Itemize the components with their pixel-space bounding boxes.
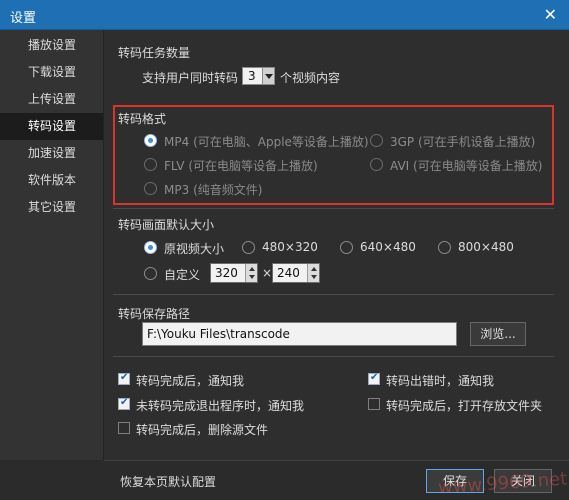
- sidebar-item-version[interactable]: 软件版本: [0, 167, 103, 194]
- format-radio-3gp[interactable]: [370, 134, 383, 147]
- format-mp3-note: (纯音频文件): [193, 183, 263, 197]
- settings-content: 转码任务数量 支持用户同时转码 3 个视频内容 转码格式 MP4 (可在电脑、A…: [104, 30, 569, 460]
- close-button[interactable]: 关闭: [494, 469, 552, 493]
- resolution-800x480-label: 800×480: [458, 240, 514, 254]
- format-flv-name: FLV: [164, 159, 185, 173]
- resolution-radio-custom[interactable]: [144, 267, 157, 280]
- restore-defaults-link[interactable]: 恢复本页默认配置: [120, 473, 216, 490]
- times-sign: ×: [262, 266, 273, 280]
- format-avi-name: AVI: [390, 159, 410, 173]
- resolution-original-label: 原视频大小: [164, 242, 225, 256]
- divider: [113, 356, 554, 357]
- divider: [113, 208, 554, 209]
- format-radio-avi[interactable]: [370, 158, 383, 171]
- resolution-radio-800x480[interactable]: [438, 241, 451, 254]
- resolution-radio-480x320[interactable]: [242, 241, 255, 254]
- format-radio-flv[interactable]: [144, 158, 157, 171]
- task-count-suffix: 个视频内容: [280, 71, 341, 85]
- custom-width-stepper[interactable]: 320: [210, 263, 258, 283]
- sidebar-item-acceleration[interactable]: 加速设置: [0, 140, 103, 167]
- resolution-custom-label: 自定义: [164, 268, 201, 282]
- resolution-640x480-label: 640×480: [360, 240, 416, 254]
- sidebar-item-playback[interactable]: 播放设置: [0, 32, 103, 59]
- custom-height-stepper[interactable]: 240: [272, 263, 320, 283]
- settings-sidebar: 播放设置 下载设置 上传设置 转码设置 加速设置 软件版本 其它设置: [0, 30, 104, 460]
- checkbox-notify-error[interactable]: [368, 372, 380, 385]
- resolution-heading: 转码画面默认大小: [118, 218, 215, 232]
- format-3gp-name: 3GP: [390, 135, 415, 149]
- format-heading: 转码格式: [118, 112, 167, 126]
- checkbox-open-folder[interactable]: [368, 398, 380, 410]
- format-3gp-note: (可在手机设备上播放): [418, 135, 536, 149]
- task-count-select[interactable]: 3: [242, 67, 275, 85]
- checkbox-notify-exit[interactable]: [118, 397, 130, 410]
- save-path-value: F:\Youku Files\transcode: [147, 327, 290, 341]
- close-icon[interactable]: ✕: [544, 5, 557, 24]
- sidebar-item-upload[interactable]: 上传设置: [0, 86, 103, 113]
- format-mp3-label: MP3 (纯音频文件): [164, 181, 262, 198]
- format-mp4-note: (可在电脑、Apple等设备上播放): [193, 135, 369, 149]
- checkbox-notify-complete[interactable]: [118, 372, 130, 385]
- resolution-radio-original[interactable]: [144, 241, 157, 254]
- save-button[interactable]: 保存: [426, 469, 484, 493]
- save-path-heading: 转码保存路径: [118, 307, 191, 321]
- resolution-480x320-label: 480×320: [262, 240, 318, 254]
- title-bar: 设置 ✕: [0, 0, 569, 30]
- format-3gp-label: 3GP (可在手机设备上播放): [390, 133, 535, 150]
- height-stepper-arrows-icon[interactable]: [307, 264, 319, 282]
- open-folder-label: 转码完成后，打开存放文件夹: [386, 399, 543, 413]
- delete-source-label: 转码完成后，删除源文件: [136, 423, 269, 437]
- sidebar-item-download[interactable]: 下载设置: [0, 59, 103, 86]
- browse-button[interactable]: 浏览...: [470, 322, 526, 346]
- resolution-radio-640x480[interactable]: [340, 241, 353, 254]
- notify-complete-label: 转码完成后，通知我: [136, 374, 245, 388]
- task-count-heading: 转码任务数量: [118, 46, 191, 60]
- custom-height-value: 240: [277, 266, 300, 280]
- custom-width-value: 320: [215, 266, 238, 280]
- width-stepper-arrows-icon[interactable]: [245, 264, 257, 282]
- dialog-footer: 恢复本页默认配置 保存 关闭: [104, 460, 569, 500]
- sidebar-item-transcode[interactable]: 转码设置: [0, 113, 103, 140]
- checkbox-delete-source[interactable]: [118, 422, 130, 434]
- format-avi-note: (可在电脑等设备上播放): [413, 159, 543, 173]
- format-radio-mp4[interactable]: [144, 134, 157, 147]
- window-title: 设置: [10, 11, 37, 26]
- format-mp3-name: MP3: [164, 183, 190, 197]
- notify-exit-label: 未转码完成退出程序时，通知我: [136, 399, 305, 413]
- chevron-down-icon[interactable]: [262, 68, 274, 84]
- format-flv-note: (可在电脑等设备上播放): [188, 159, 318, 173]
- save-path-input[interactable]: F:\Youku Files\transcode: [142, 322, 457, 346]
- format-avi-label: AVI (可在电脑等设备上播放): [390, 157, 542, 174]
- format-mp4-label: MP4 (可在电脑、Apple等设备上播放): [164, 133, 369, 150]
- format-radio-mp3[interactable]: [144, 182, 157, 195]
- divider: [113, 294, 554, 295]
- format-mp4-name: MP4: [164, 135, 190, 149]
- task-count-value: 3: [248, 69, 256, 83]
- task-count-prefix: 支持用户同时转码: [142, 71, 239, 85]
- format-flv-label: FLV (可在电脑等设备上播放): [164, 157, 318, 174]
- sidebar-item-other[interactable]: 其它设置: [0, 194, 103, 221]
- notify-error-label: 转码出错时，通知我: [386, 374, 495, 388]
